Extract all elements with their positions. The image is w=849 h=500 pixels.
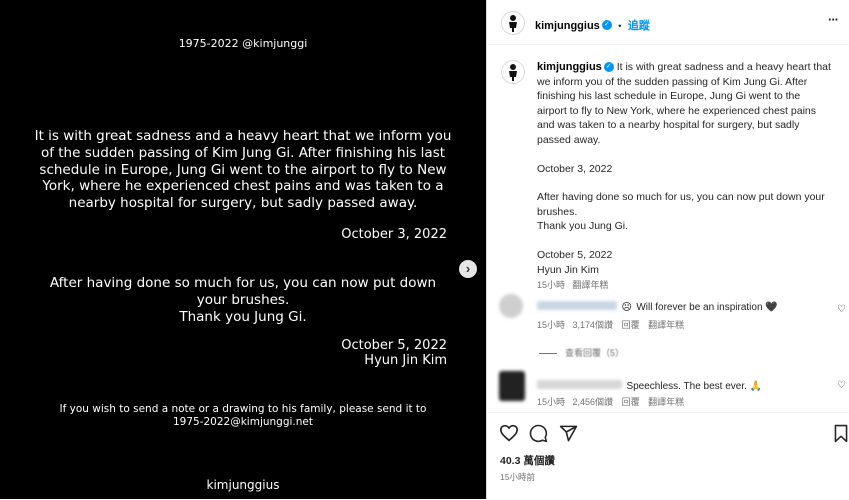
caption-paragraph-2: After having done so much for us, you ca… — [537, 191, 825, 218]
caption-date-2: October 5, 2022 — [537, 248, 613, 261]
image-date-1: October 3, 2022 — [341, 227, 447, 242]
comment-bubble-icon[interactable] — [529, 424, 548, 443]
caption-text: It is with great sadness and a heavy hea… — [537, 61, 831, 146]
commenter-avatar[interactable] — [499, 371, 525, 401]
post-image[interactable]: 1975-2022 @kimjunggi It is with great sa… — [0, 0, 486, 499]
comment-time[interactable]: 15小時 — [537, 397, 565, 407]
likes-count[interactable]: 40.3 萬個讚 — [500, 453, 555, 468]
separator-dot: • — [618, 21, 622, 31]
comment-text: Speechless. The best ever. 🙏 — [626, 381, 763, 392]
next-slide-button[interactable]: › — [459, 260, 477, 278]
caption-avatar[interactable] — [501, 60, 525, 84]
comment-likes[interactable]: 2,456個讚 — [573, 397, 614, 407]
comment-meta: 15小時 2,456個讚 回覆 翻譯年糕 — [537, 395, 684, 408]
comment-meta: 15小時 3,174個讚 回覆 翻譯年糕 — [537, 318, 684, 331]
verified-badge-icon: ✓ — [601, 19, 612, 30]
comment-like-heart-icon[interactable]: ♡ — [837, 304, 846, 315]
caption-translate-link[interactable]: 翻譯年糕 — [573, 280, 609, 290]
caption-username[interactable]: kimjunggius — [537, 61, 602, 73]
image-footer-name: kimjunggius — [206, 478, 280, 492]
post-time[interactable]: 15小時前 — [500, 471, 535, 483]
post-header: kimjunggius ✓ • 追蹤 ··· — [487, 0, 849, 45]
more-options-icon[interactable]: ··· — [828, 12, 839, 27]
header-user-line: kimjunggius ✓ • 追蹤 — [535, 16, 650, 34]
comment-text: Will forever be an inspiration 🖤 — [636, 302, 778, 313]
header-username[interactable]: kimjunggius — [535, 20, 600, 32]
post-side-panel: kimjunggius ✓ • 追蹤 ··· kimjunggius ✓ It is… — [486, 0, 849, 499]
caption-signature: Hyun Jin Kim — [537, 263, 599, 276]
commenter-avatar[interactable] — [499, 294, 523, 318]
post-caption: kimjunggius ✓ It is with great sadness an… — [537, 60, 832, 293]
comment-translate-link[interactable]: 翻譯年糕 — [648, 397, 684, 407]
image-paragraph-1: It is with great sadness and a heavy hea… — [34, 128, 452, 212]
avatar[interactable] — [501, 11, 525, 35]
image-signature-block: October 5, 2022 Hyun Jin Kim — [341, 338, 447, 368]
like-heart-icon[interactable] — [499, 424, 519, 442]
comment-reply-button[interactable]: 回覆 — [622, 397, 640, 407]
view-replies-link[interactable]: 查看回覆（5） — [539, 346, 624, 359]
caption-time[interactable]: 15小時 — [537, 280, 565, 290]
commenter-username[interactable] — [537, 380, 622, 390]
caption-meta: 15小時 翻譯年糕 — [537, 278, 832, 293]
verified-badge-icon: ✓ — [603, 62, 614, 73]
image-note: If you wish to send a note or a drawing … — [59, 403, 427, 428]
comment-likes[interactable]: 3,174個讚 — [573, 320, 614, 330]
sad-emoji-icon: ☹ — [621, 302, 632, 313]
silhouette-icon — [509, 15, 517, 32]
caption-thanks: Thank you Jung Gi. — [537, 220, 629, 233]
comment-line: ☹ Will forever be an inspiration 🖤 — [537, 297, 778, 315]
image-paragraph-2: After having done so much for us, you ca… — [49, 275, 437, 325]
comment-like-heart-icon[interactable]: ♡ — [837, 380, 846, 391]
comment-reply-button[interactable]: 回覆 — [622, 320, 640, 330]
comment-line: Speechless. The best ever. 🙏 — [537, 376, 762, 394]
caption-date-1: October 3, 2022 — [537, 162, 613, 175]
share-send-icon[interactable] — [559, 424, 578, 443]
follow-button[interactable]: 追蹤 — [628, 20, 650, 32]
comment-time[interactable]: 15小時 — [537, 320, 565, 330]
silhouette-icon — [509, 64, 517, 81]
commenter-username[interactable] — [537, 301, 617, 311]
bookmark-icon[interactable] — [833, 424, 849, 443]
image-header-text: 1975-2022 @kimjunggi — [178, 37, 308, 50]
comment-translate-link[interactable]: 翻譯年糕 — [648, 320, 684, 330]
divider — [539, 353, 557, 355]
action-bar: 40.3 萬個讚 15小時前 — [487, 412, 849, 500]
